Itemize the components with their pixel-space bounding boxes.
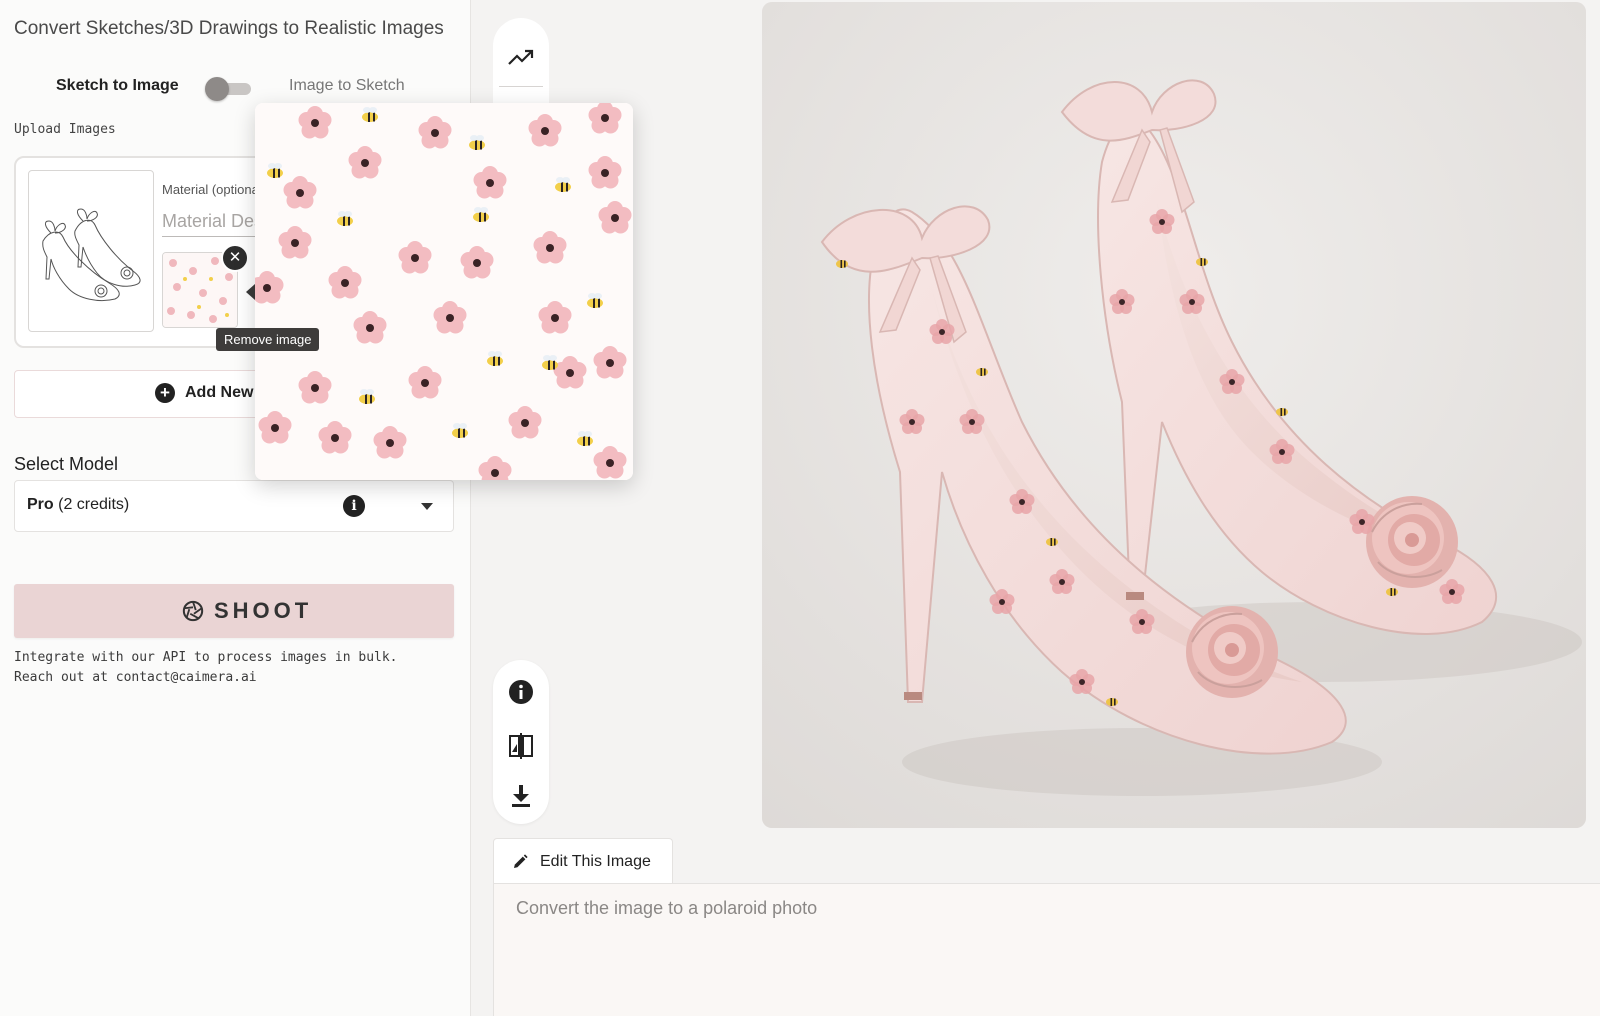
material-label: Material (optional) [162,182,267,197]
model-credits: (2 credits) [58,496,130,513]
shoot-label: SHOOT [214,598,313,623]
download-icon [512,785,530,807]
api-note: Integrate with our API to process images… [14,650,398,685]
upload-images-label: Upload Images [14,122,116,137]
compare-icon [509,733,533,759]
compare-button[interactable] [493,722,549,770]
info-button[interactable] [493,668,549,716]
model-select[interactable]: Pro (2 credits) i [14,480,454,532]
switch-knob [205,77,229,101]
info-icon [509,680,533,704]
model-name: Pro [27,496,54,513]
mode-toggle-row: Sketch to Image Image to Sketch [0,72,470,104]
pencil-icon [514,853,528,868]
rail-divider [499,86,543,87]
remove-image-tooltip: Remove image [216,328,320,351]
aperture-icon [182,600,204,622]
shoot-button[interactable]: SHOOT [14,584,454,638]
popover-arrow [246,284,255,300]
add-new-label: Add New [185,384,254,401]
edit-prompt-input[interactable] [494,884,1600,1016]
generated-result-image[interactable] [762,2,1586,828]
model-selected-value: Pro (2 credits) [27,496,129,514]
shoe-sketch-icon [42,208,141,302]
sketch-image-thumbnail[interactable] [28,170,154,332]
remove-image-button[interactable]: ✕ [221,244,249,272]
plus-icon: + [155,383,175,403]
tab-edit-this-image[interactable]: Edit This Image [493,838,673,884]
info-icon[interactable]: i [343,495,365,517]
page-title: Convert Sketches/3D Drawings to Realisti… [14,18,444,39]
trending-up-button[interactable] [493,34,549,82]
material-preview-popover [255,103,633,480]
mode-label-image-to-sketch: Image to Sketch [289,77,405,94]
floral-heels-photo [762,2,1586,828]
select-model-label: Select Model [14,454,119,474]
edit-tab-label: Edit This Image [540,852,651,870]
mode-switch[interactable] [205,77,255,101]
trending-up-icon [508,49,534,65]
mode-label-sketch-to-image: Sketch to Image [56,77,179,94]
download-button[interactable] [493,772,549,820]
edit-prompt-area [493,883,1600,1016]
chevron-down-icon[interactable] [421,503,433,510]
floral-pattern-preview [255,103,633,480]
tool-rail-bottom [493,660,549,824]
tool-rail-top [493,18,549,114]
